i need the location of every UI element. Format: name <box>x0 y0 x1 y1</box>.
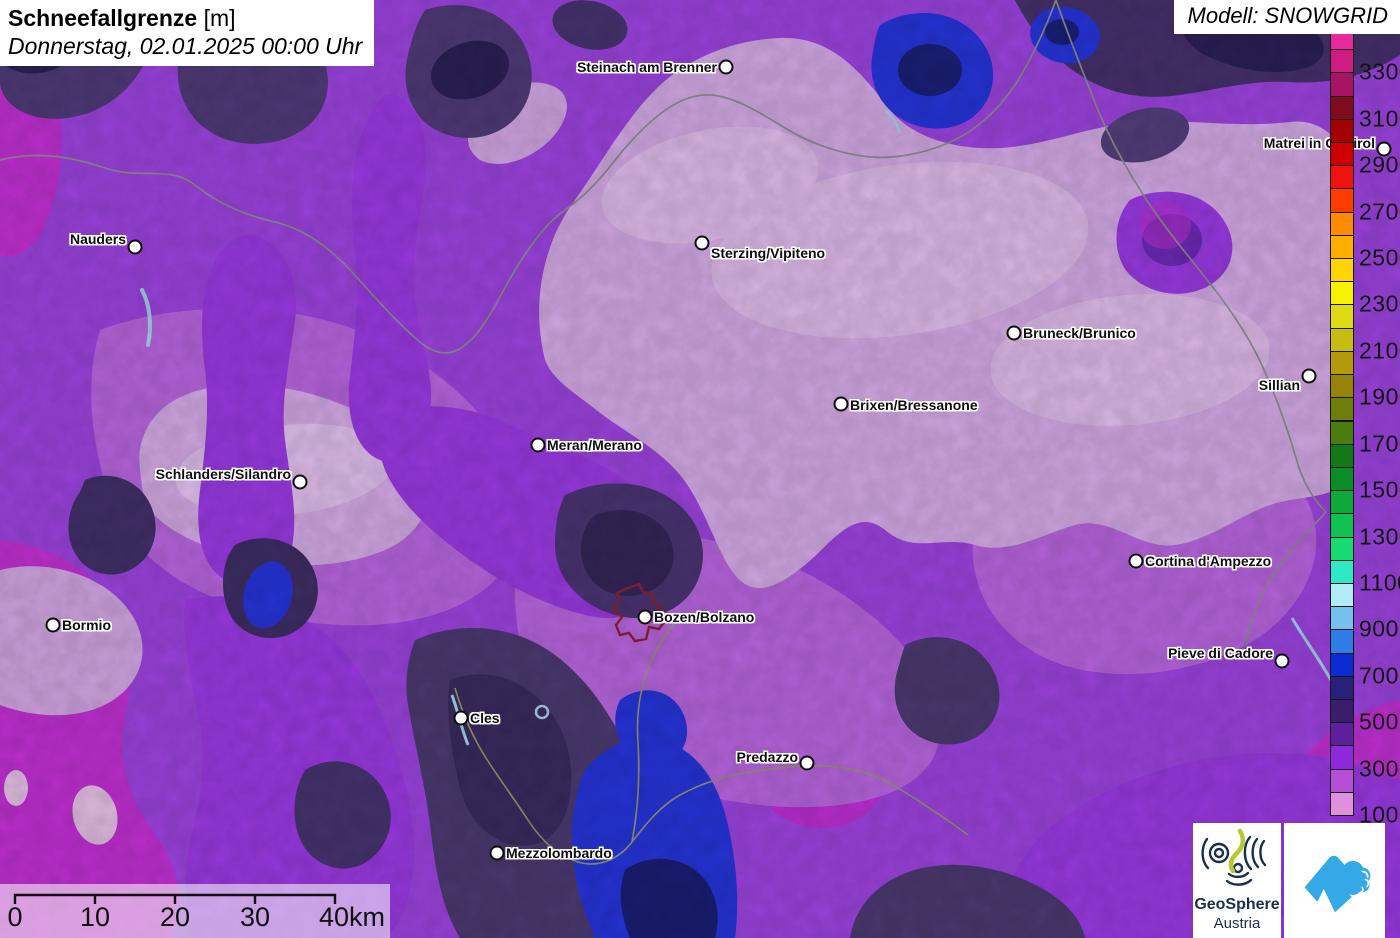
city-label: Steinach am Brenner <box>576 59 717 75</box>
city-label: Pieve di Cadore <box>1167 645 1273 661</box>
city-label: Schlanders/Silandro <box>155 466 291 482</box>
geosphere-logo-box: GeoSphere Austria <box>1193 823 1281 938</box>
city-marker <box>45 617 61 633</box>
title-unit: [m] <box>203 5 236 31</box>
page-title: Schneefallgrenze [m] <box>8 4 362 32</box>
city-label: Meran/Merano <box>547 437 642 453</box>
city-marker <box>292 474 308 490</box>
city-marker <box>530 437 546 453</box>
city-label: Sterzing/Vipiteno <box>711 245 826 261</box>
scale-bar-label: 40km <box>318 902 386 932</box>
mountain-logo-icon <box>1304 855 1370 912</box>
city-marker <box>637 609 653 625</box>
city-label: Sillian <box>1258 377 1300 393</box>
city-label: Cles <box>470 710 500 726</box>
city-marker <box>833 396 849 412</box>
city-label: Predazzo <box>736 749 798 765</box>
city-label: Mezzolombardo <box>506 845 612 861</box>
title-text: Schneefallgrenze <box>8 5 198 31</box>
city-marker <box>694 235 710 251</box>
datetime-label: Donnerstag, 02.01.2025 00:00 Uhr <box>8 33 363 59</box>
city-label: Bormio <box>62 617 111 633</box>
city-marker <box>489 845 505 861</box>
city-label: Matrei in Osttirol <box>1263 135 1375 151</box>
city-label: Brixen/Bressanone <box>850 397 978 413</box>
city-label: Nauders <box>69 231 126 247</box>
geosphere-name: GeoSphere <box>1194 896 1280 913</box>
city-marker <box>1376 141 1392 157</box>
city-marker <box>799 755 815 771</box>
scale-bar-label: 10 <box>79 902 111 932</box>
scale-bar-label: 0 <box>7 902 23 932</box>
city-marker <box>127 239 143 255</box>
title-box: Schneefallgrenze [m] Donnerstag, 02.01.2… <box>0 0 375 66</box>
model-label: Modell: SNOWGRID <box>1173 0 1400 34</box>
city-marker <box>1006 325 1022 341</box>
scale-bar: 0 10 20 30 40km <box>0 884 390 938</box>
city-label: Cortina d'Ampezzo <box>1145 553 1272 569</box>
partner-logo-box <box>1284 823 1385 938</box>
scale-bar-label: 30 <box>239 902 271 932</box>
snowfall-map-screenshot: Steinach am Brenner Matrei in Osttirol Nau… <box>0 0 1400 938</box>
city-marker <box>1274 653 1290 669</box>
city-label: Bozen/Bolzano <box>654 609 755 625</box>
city-marker <box>1128 553 1144 569</box>
city-marker <box>718 59 734 75</box>
scale-bar-label: 20 <box>159 902 191 932</box>
city-marker <box>1301 368 1317 384</box>
geosphere-country: Austria <box>1213 915 1261 932</box>
city-marker <box>453 710 469 726</box>
city-label: Bruneck/Brunico <box>1023 325 1136 341</box>
geosphere-logo-icon <box>1201 828 1267 886</box>
